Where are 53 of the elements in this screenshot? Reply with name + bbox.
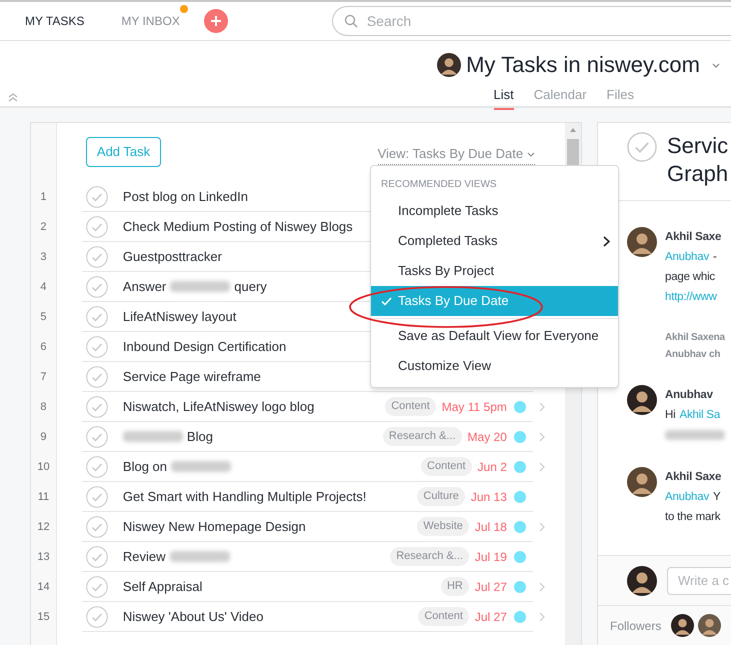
task-title: Answer (122, 278, 166, 296)
row-number: 12 (37, 520, 50, 535)
row-number: 4 (40, 280, 47, 295)
due-date: Jul 19 (474, 548, 507, 566)
task-title: Niswey New Homepage Design (122, 518, 306, 536)
page-title: My Tasks in niswey.com (466, 51, 700, 79)
due-date: Jun 2 (478, 458, 507, 476)
task-title: Post blog on LinkedIn (122, 188, 248, 206)
task-title: Inbound Design Certification (122, 338, 286, 356)
task-title: Self Appraisal (122, 578, 202, 596)
task-title: Get Smart with Handling Multiple Projects! (122, 488, 366, 506)
row-number: 15 (37, 610, 50, 625)
comment-text: Hi (665, 408, 676, 423)
row-number: 2 (40, 220, 47, 235)
due-date: May 11 5pm (442, 398, 507, 416)
activity-text: Anubhav ch (665, 348, 722, 362)
task-title: Blog (186, 428, 213, 446)
task-title: Servic (667, 132, 728, 160)
row-number: 13 (37, 550, 50, 565)
task-title: Review (122, 548, 166, 566)
row-number: 6 (40, 340, 47, 355)
comment-text: - (713, 250, 717, 265)
row-number: 11 (38, 490, 50, 505)
task-title: Niswatch, LifeAtNiswey logo blog (122, 398, 314, 416)
row-number: 3 (40, 250, 47, 265)
comment-text: to the mark (665, 510, 720, 525)
task-title: Niswey 'About Us' Video (122, 608, 264, 626)
task-title: query (234, 278, 267, 296)
row-number: 8 (40, 400, 47, 415)
due-date: May 20 (468, 428, 507, 446)
activity-text: Akhil Saxena (665, 331, 726, 345)
comment-author: Anubhav (665, 388, 714, 403)
row-number: 9 (40, 430, 47, 445)
task-title: Blog on (122, 458, 167, 476)
task-title: Graph (667, 160, 728, 188)
row-number: 1 (40, 190, 47, 205)
task-title: Check Medium Posting of Niswey Blogs (122, 218, 353, 236)
due-date: Jul 18 (474, 518, 507, 536)
comment-author: Akhil Saxe (665, 470, 722, 485)
row-number: 10 (37, 460, 50, 475)
comment-text: page whic (665, 270, 715, 285)
row-number: 5 (40, 310, 47, 325)
due-date: Jun 13 (470, 488, 507, 506)
comment-text: Y (713, 490, 720, 505)
due-date: Jul 27 (474, 608, 507, 626)
row-number: 14 (37, 580, 50, 595)
task-title: Service Page wireframe (122, 368, 261, 386)
comment-author: Akhil Saxe (665, 230, 722, 245)
task-title: Guestposttracker (122, 248, 222, 266)
followers-label: Followers (610, 618, 662, 634)
due-date: Jul 27 (474, 578, 507, 596)
task-title: LifeAtNiswey layout (122, 308, 236, 326)
row-number: 7 (40, 370, 47, 385)
